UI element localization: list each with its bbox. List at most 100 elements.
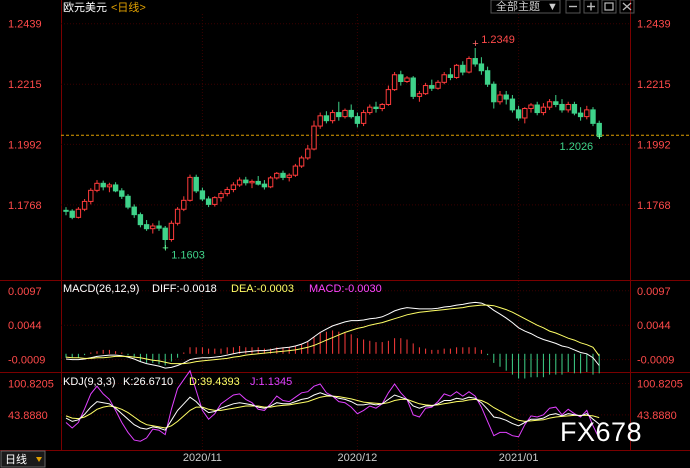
candle: [280, 172, 286, 178]
candle: [466, 58, 472, 73]
kdj-axis-label-right: 100.8205: [637, 379, 683, 391]
candle: [354, 116, 361, 124]
candle: [230, 184, 237, 191]
candle: [416, 93, 423, 97]
kdj-d-line: [65, 395, 600, 429]
period-tab[interactable]: 日线: [0, 450, 46, 468]
candle: [429, 85, 435, 89]
candle: [168, 222, 175, 240]
candle: [379, 103, 385, 110]
candle: [590, 109, 596, 124]
candle: [565, 103, 571, 111]
candle: [422, 85, 429, 95]
candle: [199, 190, 206, 200]
x-tick-label: 2021/01: [499, 452, 539, 464]
low-label: 1.1603: [171, 249, 205, 261]
chart-title: 欧元美元: [63, 1, 107, 14]
candle: [317, 115, 323, 127]
candle: [484, 70, 491, 85]
price-axis-label-left: 1.1768: [8, 200, 42, 212]
price-axis-label-right: 1.2215: [637, 79, 671, 91]
candle: [522, 108, 528, 119]
candle: [497, 94, 503, 103]
kdj-k-value: K:26.6710: [123, 376, 173, 388]
candle: [360, 112, 367, 124]
candle: [88, 189, 94, 202]
candle: [410, 77, 416, 97]
price-axis-label-left: 1.1992: [8, 139, 42, 151]
candle: [255, 180, 261, 185]
candle: [286, 174, 292, 178]
close-button[interactable]: [619, 0, 635, 14]
candle: [81, 200, 88, 210]
candle: [162, 227, 168, 240]
candle: [106, 184, 113, 188]
candle: [112, 184, 119, 192]
kdj-axis-label-right: 43.8880: [637, 410, 677, 422]
candle: [156, 225, 162, 229]
candle: [236, 179, 243, 186]
kdj-params: KDJ(9,3,3): [63, 376, 116, 388]
candle: [435, 81, 441, 89]
candle: [342, 109, 348, 118]
candle: [125, 195, 131, 208]
x-tick-label: 2020/12: [338, 452, 378, 464]
candle: [453, 64, 460, 78]
candle: [94, 182, 100, 191]
macd-params: MACD(26,12,9): [63, 283, 139, 295]
candle: [528, 104, 534, 110]
candle: [243, 179, 249, 184]
window-icon: [604, 2, 614, 11]
candle: [398, 74, 404, 83]
macd-axis-label-right: 0.0097: [637, 286, 671, 298]
candle: [472, 58, 478, 65]
price-axis-label-left: 1.2215: [8, 79, 42, 91]
candle: [292, 165, 299, 176]
macd-panel: [65, 301, 600, 379]
zoom-in-button[interactable]: [583, 0, 599, 14]
period-label[interactable]: <日线>: [111, 0, 146, 14]
period-tab-label: 日线: [5, 452, 27, 466]
high-marker: +: [472, 38, 478, 50]
watermark-logo: FX678: [560, 417, 642, 447]
candle: [584, 109, 590, 118]
macd-macd-value: MACD:-0.0030: [309, 283, 382, 295]
candle: [491, 83, 497, 103]
candle: [298, 157, 305, 167]
candle: [404, 77, 410, 83]
last-low-marker: +: [596, 131, 602, 143]
candle: [218, 193, 224, 199]
candle: [540, 106, 547, 114]
candle: [212, 197, 218, 205]
macd-axis-label-right: 0.0044: [637, 320, 671, 332]
candle: [336, 112, 342, 118]
candle: [100, 182, 106, 188]
candle: [553, 101, 559, 105]
price-axis-label-right: 1.1768: [637, 200, 671, 212]
zoom-out-button[interactable]: [565, 0, 581, 14]
theme-selector-label: 全部主题: [496, 0, 540, 13]
candlestick-series: [63, 48, 602, 250]
kdj-d-value: D:39.4393: [189, 376, 240, 388]
candle: [63, 209, 69, 212]
chart-canvas: 2020/11 2020/12 2021/01 1.2439 1.2439 1.2215 1…: [0, 0, 690, 468]
candle: [478, 63, 485, 72]
candle: [261, 183, 268, 188]
candle: [559, 103, 565, 111]
macd-axis-label-left: 0.0097: [8, 286, 42, 298]
candle: [441, 74, 447, 83]
restore-button[interactable]: [601, 0, 617, 14]
candle: [205, 198, 212, 205]
candle: [305, 148, 311, 159]
theme-selector[interactable]: 全部主题 ▼: [490, 0, 561, 14]
macd-diff-value: DIFF:-0.0018: [152, 283, 217, 295]
candle: [75, 208, 82, 218]
candle: [373, 106, 379, 110]
chevron-down-icon: ▼: [547, 1, 558, 13]
candle: [143, 224, 150, 230]
candle: [119, 190, 125, 197]
x-tick-label: 2020/11: [183, 452, 222, 464]
candle: [311, 125, 317, 150]
candle: [391, 74, 398, 91]
candle: [69, 210, 75, 218]
